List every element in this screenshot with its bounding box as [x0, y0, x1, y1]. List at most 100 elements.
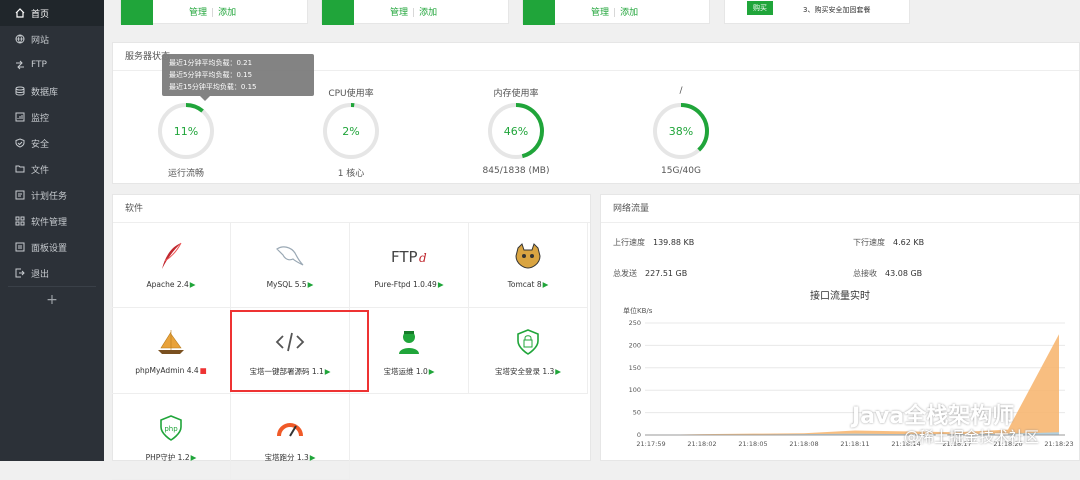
add-link[interactable]: 添加: [620, 8, 638, 18]
manage-link[interactable]: 管理: [591, 8, 609, 18]
status-gauge[interactable]: 内存使用率 46% 845/1838 (MB): [466, 86, 566, 176]
software-name: 宝塔安全登录 1.3: [494, 367, 555, 376]
download-value: 4.62 KB: [893, 238, 925, 247]
software-item[interactable]: php PHP守护 1.2▶: [112, 394, 231, 480]
gauge-label: CPU使用率: [328, 89, 374, 99]
ftpd-icon: FTP d: [350, 236, 468, 276]
svg-text:d: d: [419, 251, 427, 265]
sidebar-item[interactable]: 首页: [0, 0, 104, 26]
status-gauge[interactable]: CPU使用率 2% 1 核心: [301, 86, 401, 179]
sidebar-item[interactable]: 监控: [0, 104, 104, 130]
folder-icon: [14, 164, 25, 175]
gauge-ring: 2%: [323, 103, 379, 159]
add-link[interactable]: 添加: [419, 8, 437, 18]
tomcat-icon: [469, 236, 587, 276]
sidebar-item[interactable]: FTP: [0, 52, 104, 78]
sidebar-item-label: 监控: [31, 113, 50, 124]
buy-button[interactable]: 购买: [747, 1, 773, 15]
software-item[interactable]: 宝塔安全登录 1.3▶: [469, 308, 588, 394]
add-shortcut-button[interactable]: +: [0, 287, 104, 313]
status-indicator: ■: [199, 366, 207, 375]
received-value: 43.08 GB: [885, 269, 923, 278]
summary-card-accent: [523, 0, 555, 25]
y-tick-label: 50: [633, 409, 641, 417]
received-label: 总接收: [853, 269, 877, 278]
total-received: 总接收 43.08 GB: [853, 268, 922, 279]
php-shield-icon: php: [112, 408, 230, 448]
recommend-note: 3、购买安全加固套餐: [803, 6, 871, 14]
add-link[interactable]: 添加: [218, 8, 236, 18]
sidebar-item[interactable]: 安全: [0, 130, 104, 156]
home-icon: [14, 8, 25, 19]
settings-icon: [14, 242, 25, 253]
upload-value: 139.88 KB: [653, 238, 695, 247]
manage-link[interactable]: 管理: [390, 8, 408, 18]
gauge-value: 11%: [174, 125, 198, 138]
status-gauge[interactable]: 11% 运行流畅: [136, 86, 236, 179]
sidebar-item-label: 退出: [31, 269, 50, 280]
software-item[interactable]: MySQL 5.5▶: [231, 222, 350, 308]
software-item[interactable]: FTP d Pure-Ftpd 1.0.49▶: [350, 222, 469, 308]
svg-text:php: php: [164, 425, 178, 433]
software-item[interactable]: 宝塔跑分 1.3▶: [231, 394, 350, 480]
sidebar-item-label: 网站: [31, 35, 50, 46]
sidebar-item-label: 软件管理: [31, 217, 68, 228]
upload-label: 上行速度: [613, 238, 645, 247]
link-divider: |: [412, 8, 416, 18]
software-name: 宝塔运维 1.0: [383, 367, 428, 376]
gauge-ring: 11%: [158, 103, 214, 159]
status-indicator: ▶: [542, 280, 549, 289]
chart-title: 接口流量实时: [810, 289, 870, 302]
x-tick-label: 21:18:08: [789, 440, 818, 448]
panel-title: 网络流量: [601, 195, 1079, 223]
sidebar-item[interactable]: 文件: [0, 156, 104, 182]
monitor-icon: [14, 112, 25, 123]
link-divider: |: [613, 8, 617, 18]
globe-icon: [14, 34, 25, 45]
sent-value: 227.51 GB: [645, 269, 688, 278]
x-tick-label: 21:18:02: [687, 440, 716, 448]
grid-icon: [14, 216, 25, 227]
gauge-subtext: 1 核心: [337, 169, 365, 179]
x-tick-label: 21:18:11: [840, 440, 869, 448]
database-icon: [14, 86, 25, 97]
gauge-value: 46%: [504, 125, 528, 138]
status-indicator: ▶: [307, 280, 314, 289]
svg-text:FTP: FTP: [391, 248, 418, 266]
clock-icon: [14, 190, 25, 201]
download-label: 下行速度: [853, 238, 885, 247]
sidebar-item[interactable]: 网站: [0, 26, 104, 52]
shield-icon: [14, 138, 25, 149]
status-gauge[interactable]: / 38% 15G/40G: [631, 86, 731, 176]
software-item[interactable]: Apache 2.4▶: [112, 222, 231, 308]
sidebar-item-label: 数据库: [31, 87, 59, 98]
software-grid: Apache 2.4▶ MySQL 5.5▶ FTP d Pure-Ftpd 1.0.4…: [112, 222, 589, 480]
sidebar-item[interactable]: 数据库: [0, 78, 104, 104]
software-name: Tomcat 8: [507, 280, 542, 289]
sidebar-item-label: 文件: [31, 165, 50, 176]
apache-feather-icon: [112, 236, 230, 276]
software-item[interactable]: phpMyAdmin 4.4■: [112, 308, 231, 394]
summary-card-3: 管理 | 添加: [522, 0, 710, 25]
sidebar-item-label: 面板设置: [31, 243, 68, 254]
ftp-icon: [14, 60, 25, 71]
software-name: phpMyAdmin 4.4: [135, 366, 199, 375]
panel-title: 软件: [113, 195, 590, 223]
y-tick-label: 150: [629, 364, 641, 372]
sidebar-item-label: 计划任务: [31, 191, 68, 202]
sidebar-item[interactable]: 计划任务: [0, 182, 104, 208]
gauge-subtext: 845/1838 (MB): [482, 166, 550, 176]
phpmyadmin-icon: [112, 322, 230, 362]
logout-icon: [14, 268, 25, 279]
sidebar-item[interactable]: 退出: [0, 260, 104, 286]
gauge-value: 2%: [342, 125, 359, 138]
manage-link[interactable]: 管理: [189, 8, 207, 18]
software-item[interactable]: Tomcat 8▶: [469, 222, 588, 308]
sidebar-item[interactable]: 软件管理: [0, 208, 104, 234]
recommend-card: 购买 3、购买安全加固套餐: [724, 0, 910, 24]
tooltip-line: 最近1分钟平均负载：0.21: [169, 59, 253, 67]
sidebar: 首页网站 FTP 数据库监控安全文件计划任务软件管理面板设置退出 +: [0, 0, 104, 461]
software-name: Pure-Ftpd 1.0.49: [374, 280, 437, 289]
sidebar-item[interactable]: 面板设置: [0, 234, 104, 260]
gauge-ring: 46%: [488, 103, 544, 159]
